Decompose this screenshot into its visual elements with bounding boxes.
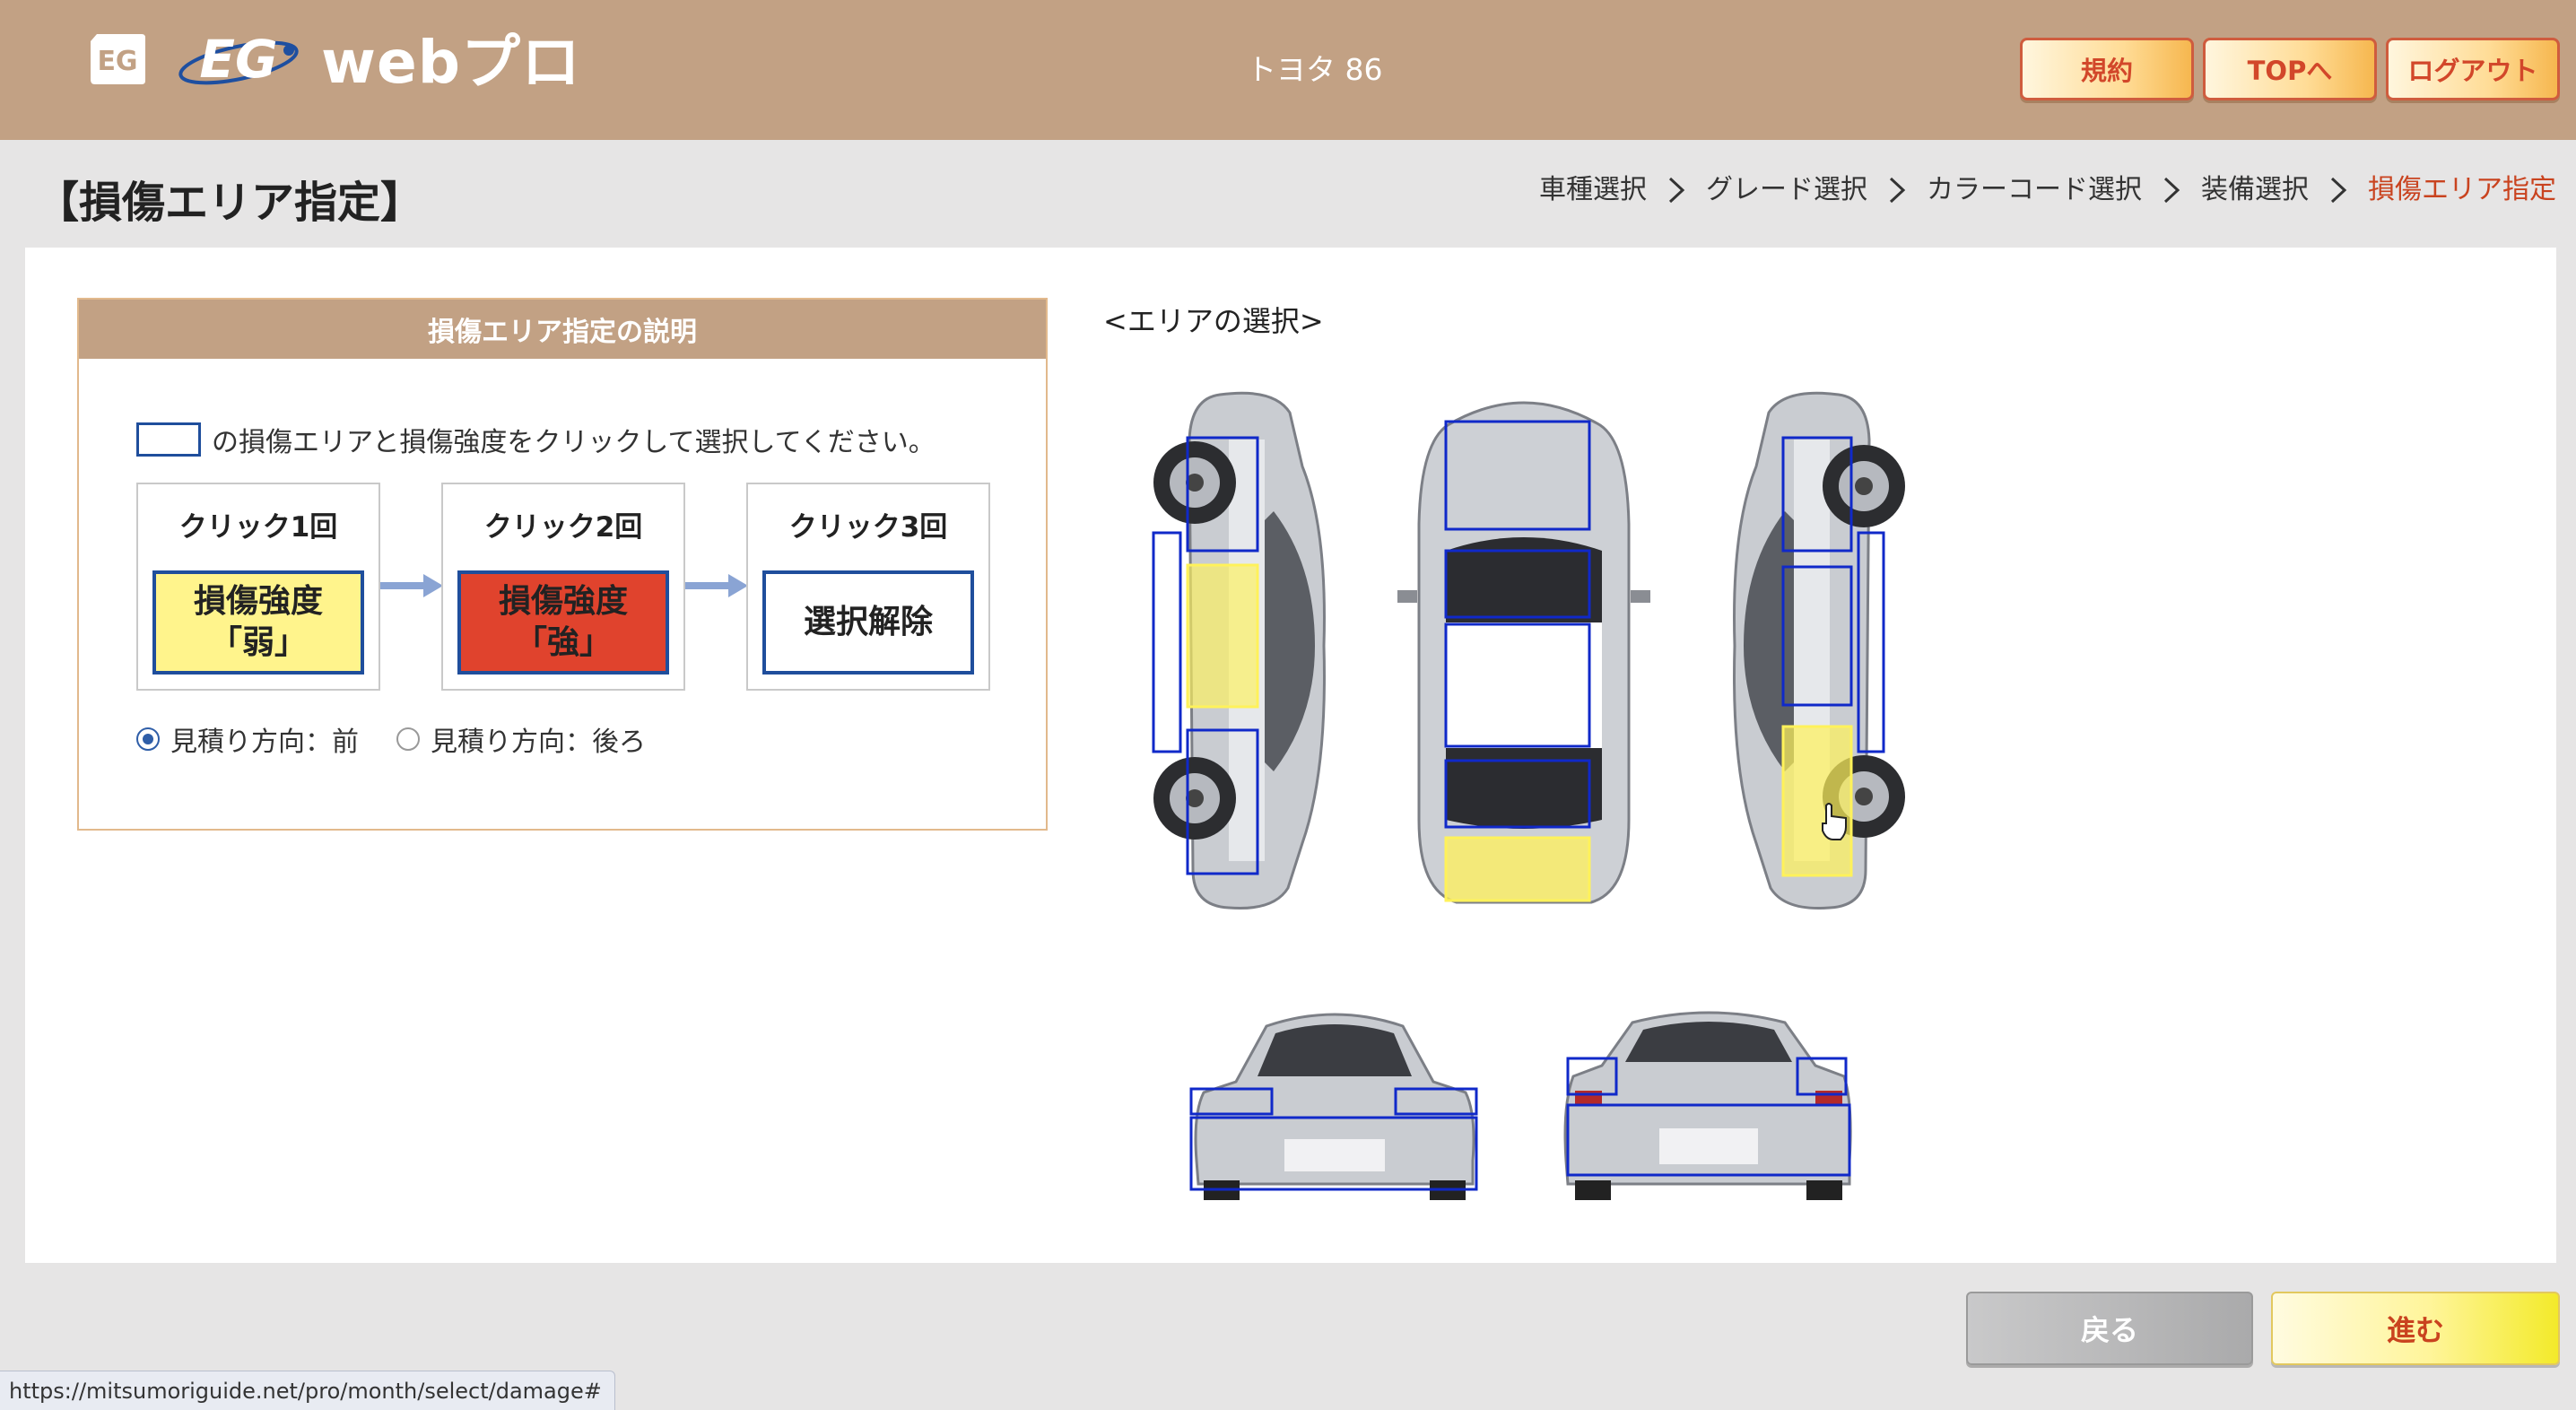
app-logo-text: webプロ xyxy=(321,28,581,97)
zone-right-front-fender[interactable] xyxy=(1781,725,1853,877)
svg-text:EG: EG xyxy=(97,46,137,77)
direction-rear-radio[interactable] xyxy=(396,727,420,751)
direction-rear-label[interactable]: 見積り方向：後ろ xyxy=(431,719,646,759)
explanation-heading: 損傷エリア指定の説明 xyxy=(79,300,1046,359)
instruction-text: の損傷エリアと損傷強度をクリックして選択してください。 xyxy=(212,427,936,458)
top-button[interactable]: TOPへ xyxy=(2203,38,2377,100)
step-label: クリック2回 xyxy=(483,511,643,544)
car-front-view xyxy=(1189,1013,1478,1200)
weak-damage-sample: 損傷強度 「弱」 xyxy=(152,570,364,675)
arrow-right-icon xyxy=(380,574,443,597)
chevron-right-icon xyxy=(1668,177,1685,204)
car-right-side-view xyxy=(1733,391,1905,910)
breadcrumb-grade[interactable]: グレード選択 xyxy=(1706,169,1867,212)
chevron-right-icon xyxy=(2330,177,2347,204)
instruction-row: の損傷エリアと損傷強度をクリックして選択してください。 xyxy=(136,420,936,459)
zone-sample-box xyxy=(136,422,201,457)
app-header: EG EG webプロ トヨタ 86 規約 TOPへ ログアウト xyxy=(0,0,2576,140)
arrow-right-icon xyxy=(685,574,748,597)
back-button[interactable]: 戻る xyxy=(1966,1292,2253,1365)
direction-front-label[interactable]: 見積り方向：前 xyxy=(170,719,359,759)
step-line1: 損傷強度 xyxy=(193,583,323,620)
breadcrumb: 車種選択 グレード選択 カラーコード選択 装備選択 損傷エリア指定 xyxy=(1539,169,2556,212)
chevron-right-icon xyxy=(2163,177,2180,204)
car-rear-view xyxy=(1563,1011,1852,1200)
step-line2: 「弱」 xyxy=(209,624,307,661)
strong-damage-sample: 損傷強度 「強」 xyxy=(457,570,669,675)
car-top-view xyxy=(1397,401,1650,904)
step-line1: 損傷強度 xyxy=(498,583,628,620)
chevron-right-icon xyxy=(1889,177,1906,204)
zone-left-front-door[interactable] xyxy=(1186,563,1259,709)
terms-button[interactable]: 規約 xyxy=(2020,38,2194,100)
svg-text:EG: EG xyxy=(199,29,277,90)
breadcrumb-vehicle[interactable]: 車種選択 xyxy=(1539,169,1647,212)
eg-orbit-logo-icon: EG xyxy=(178,29,299,90)
breadcrumb-color-code[interactable]: カラーコード選択 xyxy=(1927,169,2142,212)
zone-trunk[interactable] xyxy=(1444,836,1591,902)
explanation-box: 損傷エリア指定の説明 の損傷エリアと損傷強度をクリックして選択してください。 ク… xyxy=(77,298,1048,831)
area-select-title: <エリアの選択> xyxy=(1103,304,1324,338)
next-button[interactable]: 進む xyxy=(2271,1292,2560,1365)
zone-left-rocker[interactable] xyxy=(1152,531,1182,753)
breadcrumb-equipment[interactable]: 装備選択 xyxy=(2201,169,2309,212)
step-click-3: クリック3回 選択解除 xyxy=(746,483,990,691)
direction-front-radio[interactable] xyxy=(136,727,160,751)
direction-radio-group: 見積り方向：前 見積り方向：後ろ xyxy=(136,719,683,759)
eg-logo-icon: EG xyxy=(91,34,145,84)
breadcrumb-damage-area: 損傷エリア指定 xyxy=(2368,174,2556,205)
step-label: クリック1回 xyxy=(178,511,338,544)
step-line2: 「強」 xyxy=(514,624,612,661)
step-click-2: クリック2回 損傷強度 「強」 xyxy=(441,483,685,691)
selected-car-name: トヨタ 86 xyxy=(1247,52,1383,87)
step-line1: 選択解除 xyxy=(803,604,933,640)
page-title: 【損傷エリア指定】 xyxy=(36,178,424,228)
car-left-side-view xyxy=(1152,391,1326,910)
step-click-1: クリック1回 損傷強度 「弱」 xyxy=(136,483,380,691)
clear-selection-sample: 選択解除 xyxy=(762,570,974,675)
step-label: クリック3回 xyxy=(788,511,948,544)
status-url-bar: https://mitsumoriguide.net/pro/month/sel… xyxy=(0,1371,615,1410)
logout-button[interactable]: ログアウト xyxy=(2386,38,2560,100)
